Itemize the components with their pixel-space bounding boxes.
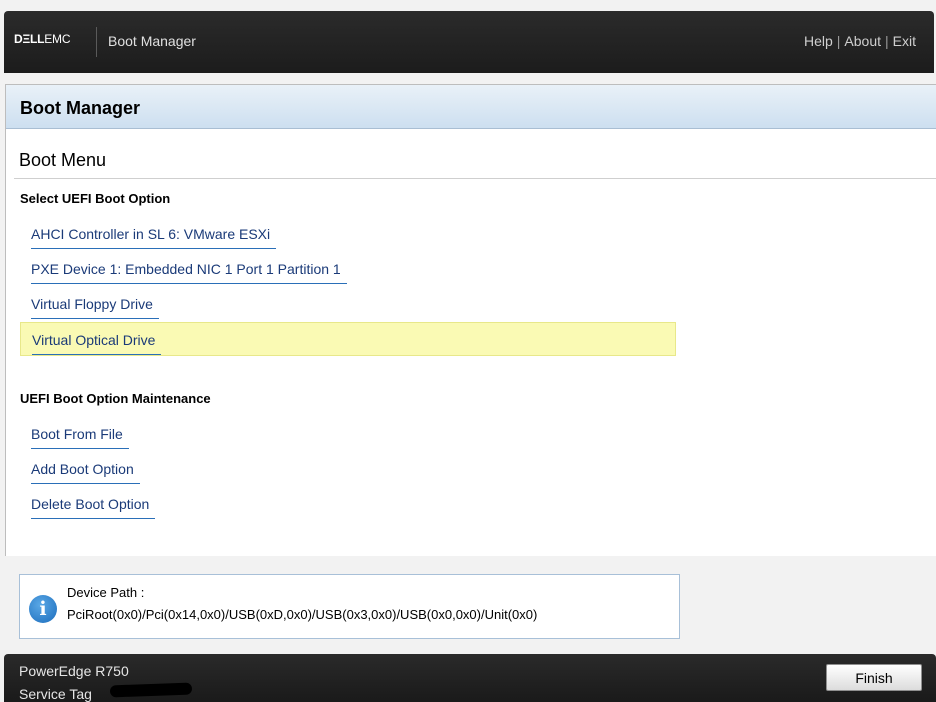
top-bar: DΞLLEMC Boot Manager Help | About | Exit <box>4 11 934 73</box>
boot-option-label: AHCI Controller in SL 6: VMware ESXi <box>31 226 277 249</box>
boot-maintenance-heading: UEFI Boot Option Maintenance <box>20 391 211 406</box>
menu-divider <box>14 178 936 179</box>
boot-from-file-link[interactable]: Boot From File <box>20 417 676 451</box>
link-separator: | <box>885 33 889 49</box>
maintenance-option-label: Delete Boot Option <box>31 496 156 519</box>
device-path-info-box: i Device Path : PciRoot(0x0)/Pci(0x14,0x… <box>19 574 680 639</box>
app-title: Boot Manager <box>108 33 196 49</box>
device-path-label: Device Path : <box>67 585 145 600</box>
menu-title: Boot Menu <box>19 150 107 170</box>
boot-option-label: PXE Device 1: Embedded NIC 1 Port 1 Part… <box>31 261 347 284</box>
about-link[interactable]: About <box>844 33 881 49</box>
boot-option-virtual-floppy[interactable]: Virtual Floppy Drive <box>20 287 676 321</box>
uefi-boot-option-heading: Select UEFI Boot Option <box>20 191 171 206</box>
finish-button[interactable]: Finish <box>826 664 922 691</box>
footer-bar: PowerEdge R750 Service Tag Finish <box>4 654 936 702</box>
help-link[interactable]: Help <box>804 33 833 49</box>
device-path-value: PciRoot(0x0)/Pci(0x14,0x0)/USB(0xD,0x0)/… <box>67 607 538 622</box>
boot-option-ahci-esxi[interactable]: AHCI Controller in SL 6: VMware ESXi <box>20 217 676 251</box>
service-tag-label: Service Tag <box>19 686 92 702</box>
boot-option-label: Virtual Floppy Drive <box>31 296 159 319</box>
boot-manager-panel: Boot Manager Boot Menu Select UEFI Boot … <box>5 84 936 556</box>
system-model: PowerEdge R750 <box>19 663 129 679</box>
exit-link[interactable]: Exit <box>893 33 916 49</box>
panel-header: Boot Manager <box>6 85 936 129</box>
page-title: Boot Manager <box>20 98 141 118</box>
maintenance-option-label: Boot From File <box>31 426 129 449</box>
add-boot-option-link[interactable]: Add Boot Option <box>20 452 676 486</box>
boot-option-virtual-optical[interactable]: Virtual Optical Drive <box>20 322 676 356</box>
maintenance-option-label: Add Boot Option <box>31 461 140 484</box>
dell-emc-logo: DΞLLEMC <box>14 32 71 46</box>
info-icon: i <box>29 595 57 623</box>
service-tag-redaction <box>109 682 193 698</box>
delete-boot-option-link[interactable]: Delete Boot Option <box>20 487 676 521</box>
link-separator: | <box>836 33 841 49</box>
header-links: Help | About | Exit <box>804 33 916 49</box>
header-divider <box>96 27 97 57</box>
boot-option-pxe-nic[interactable]: PXE Device 1: Embedded NIC 1 Port 1 Part… <box>20 252 676 286</box>
boot-option-label: Virtual Optical Drive <box>32 332 162 355</box>
